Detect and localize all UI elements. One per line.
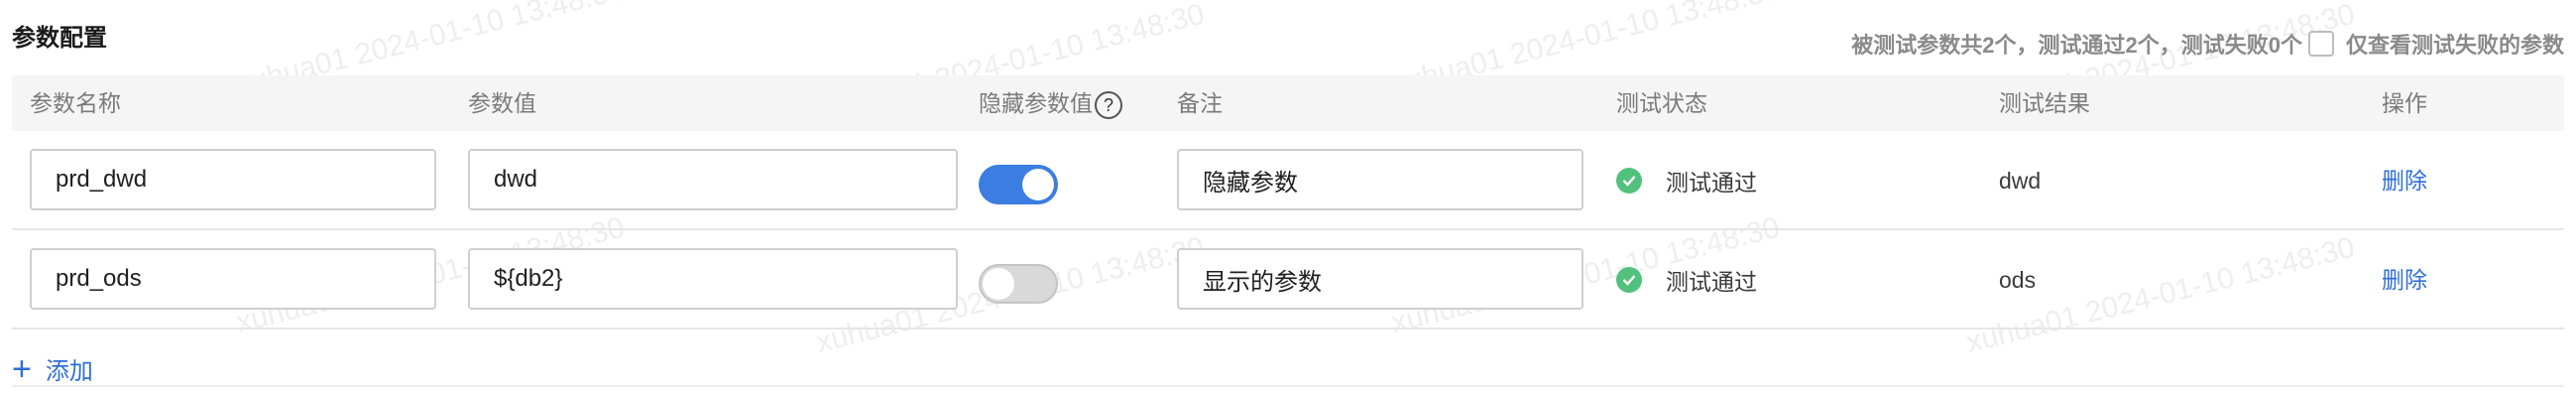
failed-only-checkbox[interactable] <box>2307 31 2334 57</box>
delete-button[interactable]: 删除 <box>2382 161 2427 200</box>
test-status: 测试通过 <box>1616 260 1757 300</box>
status-text: 测试通过 <box>1666 269 1757 295</box>
failed-only-label[interactable]: 仅查看测试失败的参数 <box>2346 28 2564 60</box>
toggle-knob <box>983 268 1014 300</box>
delete-button[interactable]: 删除 <box>2382 260 2427 300</box>
check-circle-icon <box>1616 267 1642 293</box>
divider <box>12 385 2564 387</box>
hide-value-toggle[interactable] <box>979 264 1058 304</box>
param-name-input[interactable]: prd_ods <box>30 248 436 310</box>
plus-icon: + <box>12 349 32 388</box>
toggle-knob <box>1022 169 1054 200</box>
remark-input[interactable]: 隐藏参数 <box>1177 149 1583 210</box>
col-hidden-label: 隐藏参数值 <box>979 90 1093 116</box>
col-value-header: 参数值 <box>468 90 536 116</box>
status-text: 测试通过 <box>1666 170 1757 196</box>
params-table: 参数名称 参数值 隐藏参数值? 备注 测试状态 测试结果 操作 prd_dwd … <box>12 75 2564 329</box>
col-result-header: 测试结果 <box>1999 90 2090 116</box>
param-value-input[interactable]: ${db2} <box>468 248 958 310</box>
col-action-header: 操作 <box>2382 90 2427 116</box>
col-hidden-header: 隐藏参数值? <box>979 75 1122 131</box>
hide-value-toggle[interactable] <box>979 165 1058 204</box>
table-row: prd_dwd dwd 隐藏参数 测试通过 dwd 删除 <box>12 131 2564 230</box>
help-icon[interactable]: ? <box>1095 90 1122 119</box>
param-name-input[interactable]: prd_dwd <box>30 149 436 210</box>
test-result: ods <box>1999 267 2037 293</box>
col-name-header: 参数名称 <box>30 90 121 116</box>
add-param-button[interactable]: + 添加 <box>12 351 93 386</box>
col-status-header: 测试状态 <box>1616 90 1707 116</box>
test-status: 测试通过 <box>1616 161 1757 200</box>
remark-input[interactable]: 显示的参数 <box>1177 248 1583 310</box>
param-value-input[interactable]: dwd <box>468 149 958 210</box>
table-row: prd_ods ${db2} 显示的参数 测试通过 ods 删除 <box>12 230 2564 329</box>
summary-text: 被测试参数共2个，测试通过2个，测试失败0个 <box>1851 33 2302 58</box>
check-circle-icon <box>1616 168 1642 194</box>
page-title: 参数配置 <box>12 25 107 52</box>
test-summary: 被测试参数共2个，测试通过2个，测试失败0个 仅查看测试失败的参数 <box>1851 28 2564 60</box>
table-header: 参数名称 参数值 隐藏参数值? 备注 测试状态 测试结果 操作 <box>12 75 2564 131</box>
add-label: 添加 <box>45 358 93 385</box>
col-remark-header: 备注 <box>1177 90 1223 116</box>
test-result: dwd <box>1999 168 2042 194</box>
